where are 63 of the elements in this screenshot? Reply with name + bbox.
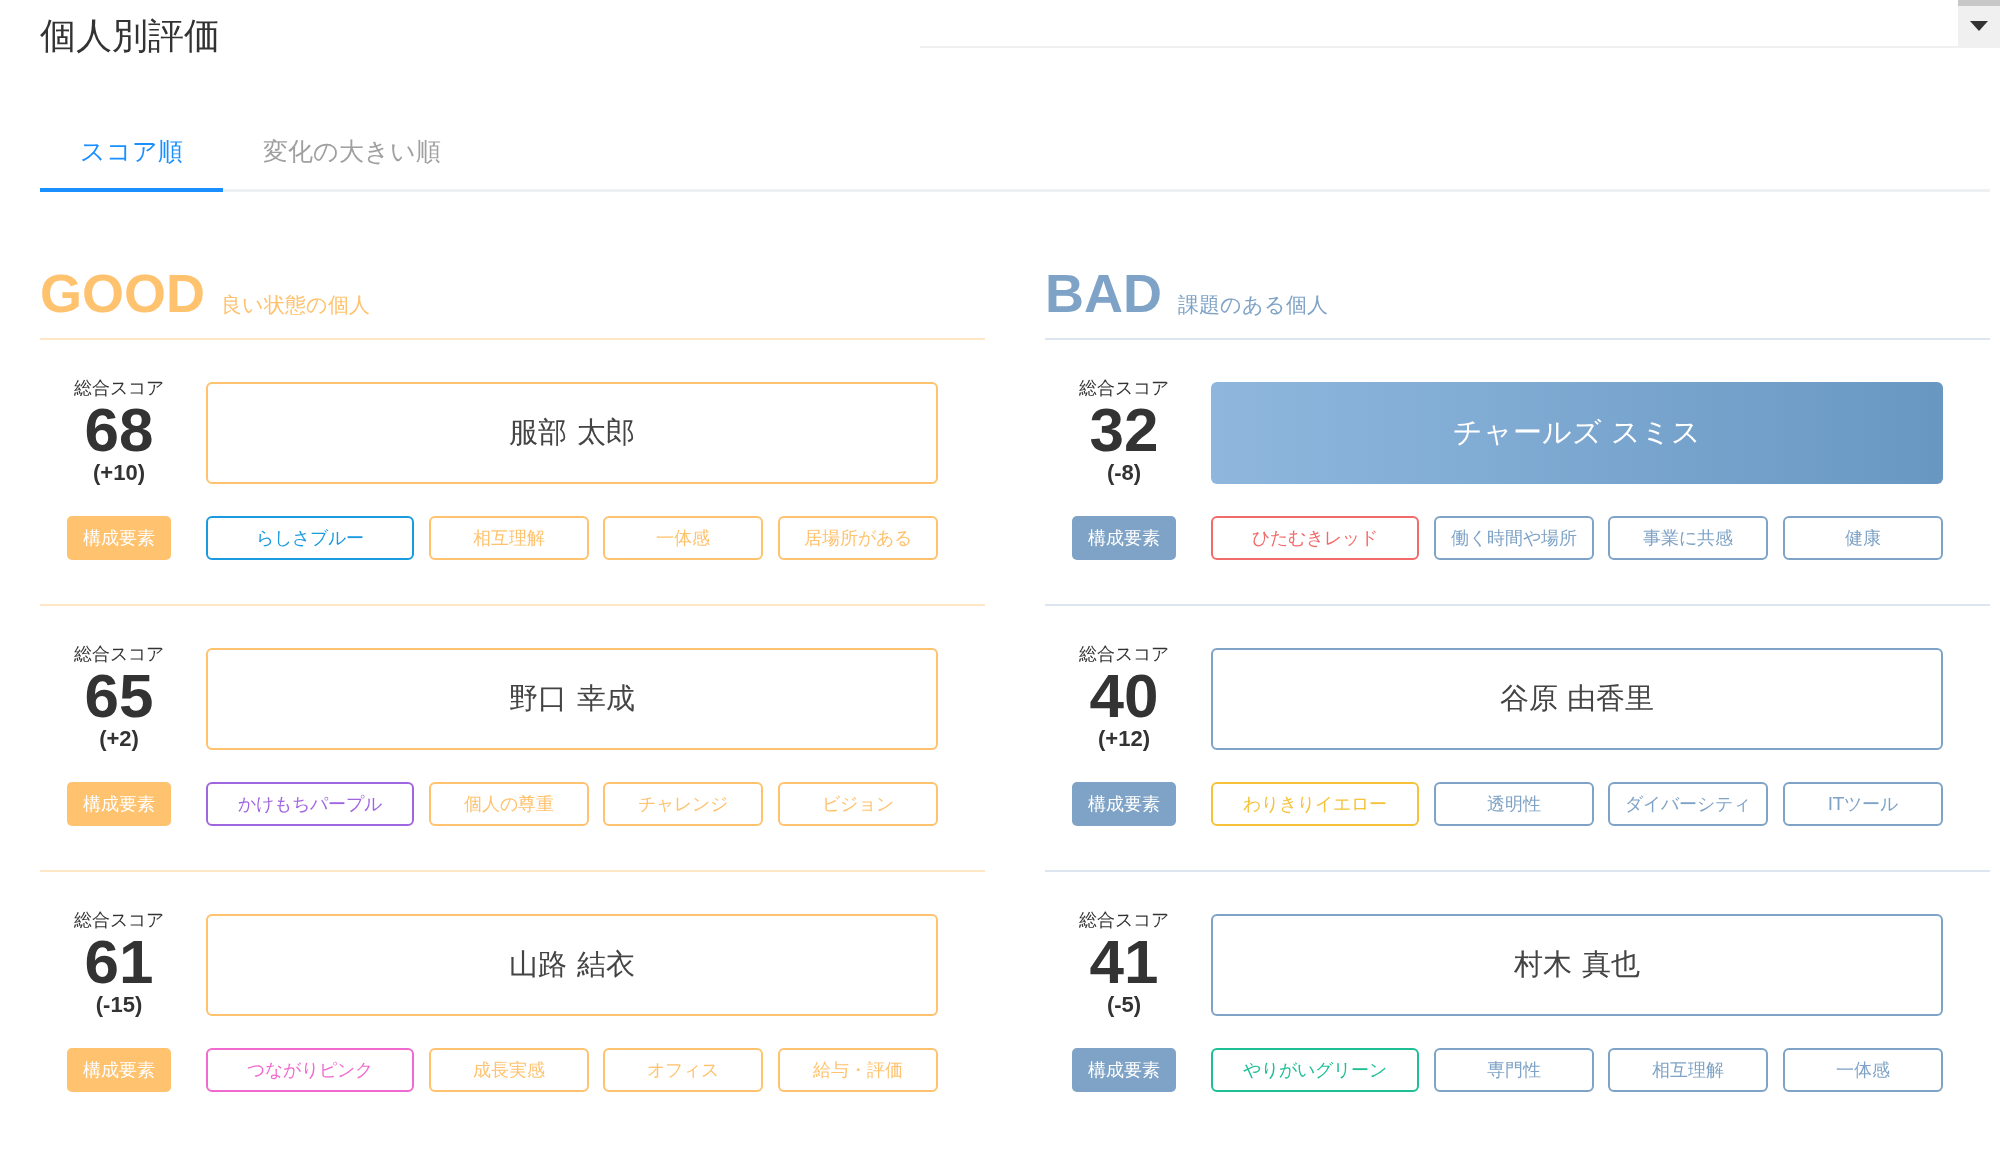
tag[interactable]: 個人の尊重 — [428, 782, 589, 826]
person-name-card[interactable]: 谷原 由香里 — [1211, 648, 1943, 750]
tag[interactable]: 事業に共感 — [1608, 516, 1769, 560]
score-value: 68 — [84, 400, 154, 460]
score-change: (+12) — [1098, 726, 1150, 752]
tag[interactable]: やりがいグリーン — [1211, 1048, 1419, 1092]
score-change: (+10) — [93, 460, 145, 486]
tag[interactable]: かけもちパープル — [206, 782, 414, 826]
dropdown-toggle[interactable] — [1958, 0, 2000, 46]
tag[interactable]: 一体感 — [603, 516, 764, 560]
tag[interactable]: 相互理解 — [428, 516, 589, 560]
tag[interactable]: つながりピンク — [206, 1048, 414, 1092]
components-badge: 構成要素 — [67, 516, 171, 560]
components-badge: 構成要素 — [1072, 516, 1176, 560]
score-value: 41 — [1089, 932, 1159, 992]
section-subheading: 良い状態の個人 — [221, 292, 370, 319]
tag[interactable]: チャレンジ — [603, 782, 764, 826]
components-badge: 構成要素 — [67, 1048, 171, 1092]
tag[interactable]: 一体感 — [1782, 1048, 1943, 1092]
score-value: 32 — [1089, 400, 1159, 460]
score-label: 総合スコア — [74, 642, 164, 666]
score-change: (+2) — [99, 726, 139, 752]
tag[interactable]: 成長実感 — [428, 1048, 589, 1092]
score-label: 総合スコア — [1079, 376, 1169, 400]
page-title: 個人別評価 — [40, 14, 220, 58]
tag[interactable]: わりきりイエロー — [1211, 782, 1419, 826]
tab[interactable]: 変化の大きい順 — [223, 121, 481, 192]
tag[interactable]: 相互理解 — [1608, 1048, 1769, 1092]
caret-down-icon — [1970, 21, 1988, 31]
section-heading: BAD — [1045, 262, 1162, 324]
person-name-card[interactable]: 村木 真也 — [1211, 914, 1943, 1016]
components-badge: 構成要素 — [1072, 782, 1176, 826]
tag[interactable]: オフィス — [603, 1048, 764, 1092]
tag[interactable]: 給与・評価 — [777, 1048, 938, 1092]
score-label: 総合スコア — [1079, 642, 1169, 666]
tag[interactable]: 専門性 — [1433, 1048, 1594, 1092]
tag[interactable]: らしさブルー — [206, 516, 414, 560]
score-change: (-8) — [1106, 460, 1142, 486]
tag[interactable]: 健康 — [1782, 516, 1943, 560]
tag[interactable]: 居場所がある — [777, 516, 938, 560]
score-value: 40 — [1089, 666, 1159, 726]
score-label: 総合スコア — [1079, 908, 1169, 932]
person-name-card[interactable]: チャールズ スミス — [1211, 382, 1943, 484]
score-change: (-5) — [1106, 992, 1142, 1018]
tag[interactable]: ITツール — [1782, 782, 1943, 826]
person-name-card[interactable]: 服部 太郎 — [206, 382, 938, 484]
person-name-card[interactable]: 山路 結衣 — [206, 914, 938, 1016]
section-subheading: 課題のある個人 — [1178, 292, 1328, 319]
components-badge: 構成要素 — [67, 782, 171, 826]
score-label: 総合スコア — [74, 376, 164, 400]
score-value: 61 — [84, 932, 154, 992]
components-badge: 構成要素 — [1072, 1048, 1176, 1092]
tag[interactable]: ビジョン — [777, 782, 938, 826]
person-name-card[interactable]: 野口 幸成 — [206, 648, 938, 750]
tag[interactable]: 透明性 — [1433, 782, 1594, 826]
tag[interactable]: 働く時間や場所 — [1433, 516, 1594, 560]
tag[interactable]: ダイバーシティ — [1608, 782, 1769, 826]
section-heading: GOOD — [40, 262, 205, 324]
score-change: (-15) — [95, 992, 143, 1018]
score-label: 総合スコア — [74, 908, 164, 932]
tag[interactable]: ひたむきレッド — [1211, 516, 1419, 560]
score-value: 65 — [84, 666, 154, 726]
tab[interactable]: スコア順 — [40, 121, 223, 192]
